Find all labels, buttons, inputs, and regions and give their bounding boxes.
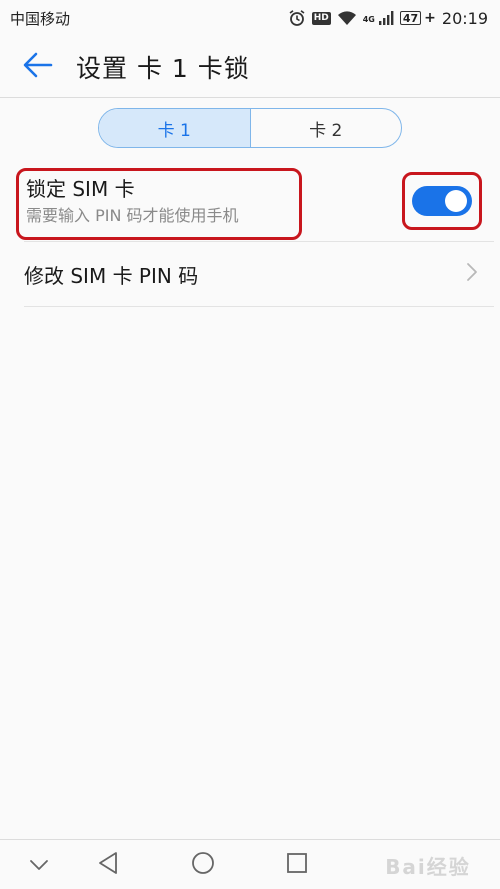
toggle-knob: [445, 190, 467, 212]
watermark-logo: Bai经验: [385, 854, 471, 879]
lock-sim-title: 锁定 SIM 卡: [26, 177, 135, 201]
status-bar: 中国移动 HD 4G 47 + 20:19: [0, 0, 500, 36]
status-icons: HD 4G 47 + 20:19: [288, 9, 488, 28]
page-title: 设置 卡 1 卡锁: [76, 53, 250, 83]
hd-icon: HD: [311, 11, 331, 25]
change-pin-title: 修改 SIM 卡 PIN 码: [24, 263, 199, 288]
clock: 20:19: [441, 8, 488, 28]
lock-sim-subtitle: 需要输入 PIN 码才能使用手机: [26, 206, 239, 225]
lock-sim-highlight: 锁定 SIM 卡 需要输入 PIN 码才能使用手机: [16, 168, 302, 240]
chevron-down-icon: [29, 856, 49, 875]
chevron-right-icon: [466, 262, 478, 286]
toggle-highlight: [402, 172, 482, 230]
tab-card-2[interactable]: 卡 2: [251, 109, 402, 147]
arrow-left-icon: [23, 52, 53, 82]
sim-card-tabs: 卡 1 卡 2: [98, 108, 402, 148]
app-header: 设置 卡 1 卡锁: [0, 36, 500, 98]
nav-back-button[interactable]: [91, 848, 125, 882]
alarm-icon: [288, 9, 306, 27]
divider: [24, 306, 494, 307]
lock-sim-toggle[interactable]: [412, 186, 472, 216]
battery-icon: 47: [399, 11, 422, 25]
charging-icon: +: [424, 10, 436, 26]
network-type: 4G: [362, 14, 375, 24]
back-triangle-icon: [97, 851, 119, 879]
wifi-icon: [337, 10, 357, 26]
tab-card-1[interactable]: 卡 1: [99, 109, 251, 147]
change-pin-row[interactable]: 修改 SIM 卡 PIN 码: [0, 242, 500, 306]
home-circle-icon: [191, 851, 215, 879]
lock-sim-row[interactable]: 锁定 SIM 卡 需要输入 PIN 码才能使用手机: [0, 162, 500, 242]
recents-square-icon: [286, 852, 308, 878]
back-button[interactable]: [0, 36, 76, 98]
nav-home-button[interactable]: [186, 848, 220, 882]
signal-icon: [378, 10, 394, 26]
hide-nav-button[interactable]: [22, 848, 56, 882]
carrier-name: 中国移动: [10, 9, 71, 28]
nav-recents-button[interactable]: [280, 848, 314, 882]
